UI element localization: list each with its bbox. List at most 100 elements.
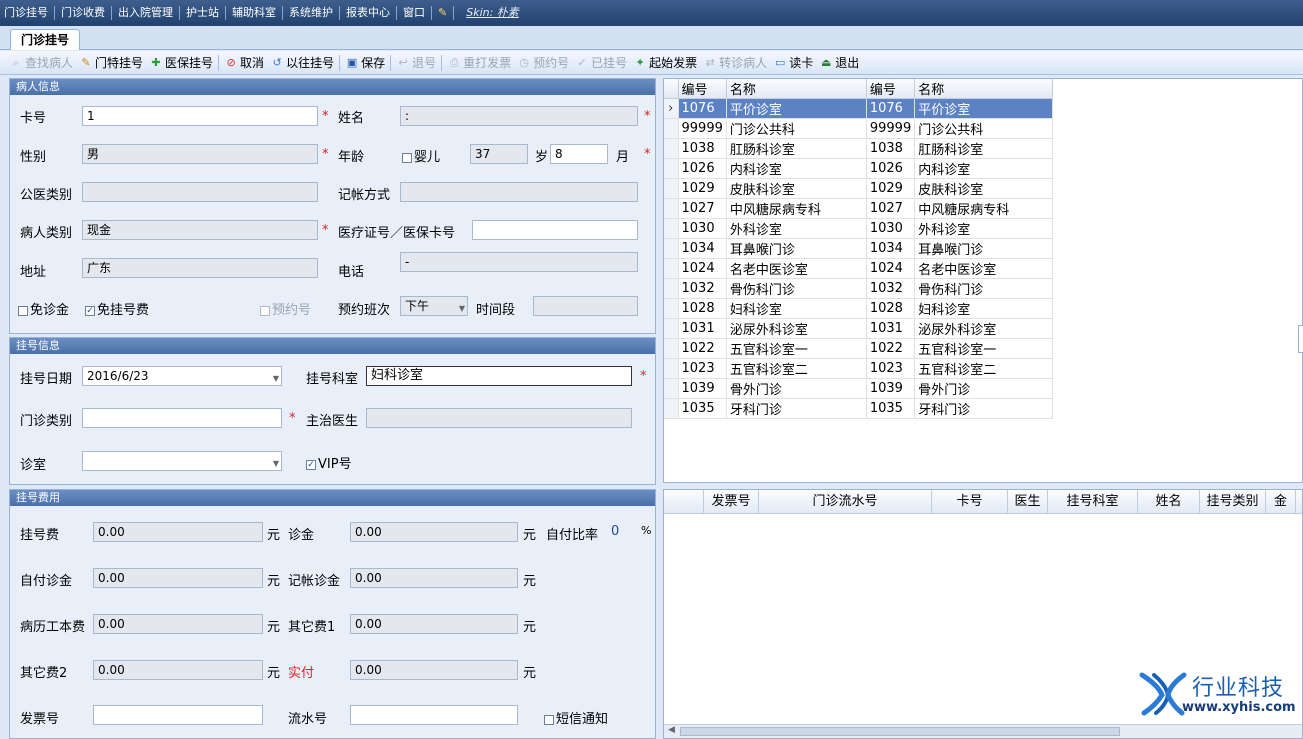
dept-input[interactable]: 妇科诊室 <box>366 366 632 386</box>
toolbar-button-11[interactable]: ⇄ 转诊病人 <box>700 52 770 74</box>
infant-checkbox[interactable]: 婴儿 <box>402 146 440 165</box>
period-input[interactable] <box>533 296 638 316</box>
table-row[interactable]: › 1076 平价诊室 1076 平价诊室 <box>664 98 1054 119</box>
col-header[interactable]: 挂号类别 <box>1200 490 1266 513</box>
table-cell[interactable]: 内科诊室 <box>726 158 867 179</box>
table-cell[interactable]: 1038 <box>866 138 916 159</box>
table-cell[interactable]: 骨伤科门诊 <box>914 278 1054 299</box>
table-cell[interactable]: 1032 <box>678 278 727 299</box>
col-header[interactable]: 发票号 <box>704 490 759 513</box>
table-cell[interactable]: 五官科诊室二 <box>726 358 867 379</box>
table-row[interactable]: 1023 五官科诊室二 1023 五官科诊室二 <box>664 358 1054 379</box>
row-pointer-icon[interactable]: › <box>664 98 679 119</box>
table-cell[interactable]: 中风糖尿病专科 <box>914 198 1054 219</box>
toolbar-button-3[interactable]: ⊘ 取消 <box>221 52 267 74</box>
invoice-input[interactable] <box>93 705 263 725</box>
col-header[interactable]: 名称 <box>726 79 867 99</box>
shift-select[interactable]: 下午 ▼ <box>400 296 468 316</box>
table-cell[interactable]: 肛肠科诊室 <box>726 138 867 159</box>
table-cell[interactable]: 1022 <box>866 338 916 359</box>
table-row[interactable]: 1024 名老中医诊室 1024 名老中医诊室 <box>664 258 1054 279</box>
table-cell[interactable]: 1035 <box>866 398 916 419</box>
reg-fee-input[interactable]: 0.00 <box>93 522 263 542</box>
card-input[interactable]: 1 <box>82 106 318 126</box>
other1-input[interactable]: 0.00 <box>350 614 518 634</box>
style-icon[interactable]: ✎ <box>434 0 451 26</box>
table-cell[interactable]: 名老中医诊室 <box>914 258 1054 279</box>
table-cell[interactable]: 1028 <box>866 298 916 319</box>
medcard-input[interactable] <box>472 220 638 240</box>
toolbar-button-8[interactable]: ◷ 预约号 <box>514 52 572 74</box>
self-consult-input[interactable]: 0.00 <box>93 568 263 588</box>
table-cell[interactable]: 五官科诊室二 <box>914 358 1054 379</box>
serial-input[interactable] <box>350 705 518 725</box>
table-cell[interactable]: 1030 <box>866 218 916 239</box>
vip-checkbox[interactable]: ✓ VIP号 <box>306 453 352 472</box>
table-cell[interactable]: 1026 <box>866 158 916 179</box>
table-cell[interactable]: 1034 <box>866 238 916 259</box>
table-cell[interactable]: 耳鼻喉门诊 <box>914 238 1054 259</box>
row-indicator[interactable] <box>664 378 679 399</box>
table-cell[interactable]: 平价诊室 <box>726 98 867 119</box>
table-cell[interactable]: 1026 <box>678 158 727 179</box>
col-header[interactable]: 编号 <box>678 79 727 99</box>
table-row[interactable]: 1039 骨外门诊 1039 骨外门诊 <box>664 378 1054 399</box>
table-cell[interactable]: 皮肤科诊室 <box>914 178 1054 199</box>
splitter-handle[interactable] <box>1298 325 1303 353</box>
table-cell[interactable]: 牙科门诊 <box>726 398 867 419</box>
row-indicator[interactable] <box>664 318 679 339</box>
toolbar-button-6[interactable]: ↩ 退号 <box>393 52 439 74</box>
sex-input[interactable]: 男 <box>82 144 318 164</box>
table-cell[interactable]: 1027 <box>678 198 727 219</box>
table-row[interactable]: 1030 外科诊室 1030 外科诊室 <box>664 218 1054 239</box>
toolbar-button-7[interactable]: ⎙ 重打发票 <box>444 52 514 74</box>
acct-consult-input[interactable]: 0.00 <box>350 568 518 588</box>
scroll-left-icon[interactable]: ◀ <box>668 725 675 735</box>
table-cell[interactable]: 1028 <box>678 298 727 319</box>
table-row[interactable]: 99999 门诊公共科 99999 门诊公共科 <box>664 118 1054 139</box>
toolbar-button-4[interactable]: ↺ 以往挂号 <box>267 52 337 74</box>
record-fee-input[interactable]: 0.00 <box>93 614 263 634</box>
free-reg-checkbox[interactable]: ✓ 免挂号费 <box>85 299 149 318</box>
row-indicator[interactable] <box>664 218 679 239</box>
col-header[interactable]: 金 <box>1266 490 1296 513</box>
row-indicator[interactable] <box>664 138 679 159</box>
toolbar-button-5[interactable]: ▣ 保存 <box>342 52 388 74</box>
table-cell[interactable]: 1030 <box>678 218 727 239</box>
table-row[interactable]: 1035 牙科门诊 1035 牙科门诊 <box>664 398 1054 419</box>
table-cell[interactable]: 1024 <box>866 258 916 279</box>
table-cell[interactable]: 皮肤科诊室 <box>726 178 867 199</box>
account-input[interactable] <box>400 182 638 202</box>
table-cell[interactable]: 1029 <box>678 178 727 199</box>
table-cell[interactable]: 1027 <box>866 198 916 219</box>
toolbar-button-9[interactable]: ✓ 已挂号 <box>572 52 630 74</box>
ptype-input[interactable]: 现金 <box>82 220 318 240</box>
table-cell[interactable]: 骨伤科门诊 <box>726 278 867 299</box>
row-indicator[interactable] <box>664 158 679 179</box>
row-indicator[interactable] <box>664 278 679 299</box>
toolbar-button-2[interactable]: ✚ 医保挂号 <box>146 52 216 74</box>
table-cell[interactable]: 1076 <box>866 98 916 119</box>
table-cell[interactable]: 1031 <box>678 318 727 339</box>
col-header[interactable]: 名称 <box>914 79 1054 99</box>
other2-input[interactable]: 0.00 <box>93 660 263 680</box>
table-row[interactable]: 1032 骨伤科门诊 1032 骨伤科门诊 <box>664 278 1054 299</box>
col-header[interactable]: 姓名 <box>1138 490 1200 513</box>
menu-item-system[interactable]: 系统维护 <box>285 0 337 26</box>
table-cell[interactable]: 1038 <box>678 138 727 159</box>
phone-input[interactable]: - <box>400 252 638 272</box>
table-cell[interactable]: 1035 <box>678 398 727 419</box>
table-cell[interactable]: 内科诊室 <box>914 158 1054 179</box>
table-row[interactable]: 1022 五官科诊室一 1022 五官科诊室一 <box>664 338 1054 359</box>
col-header[interactable]: 编号 <box>866 79 916 99</box>
table-cell[interactable]: 妇科诊室 <box>914 298 1054 319</box>
table-cell[interactable]: 中风糖尿病专科 <box>726 198 867 219</box>
free-consult-checkbox[interactable]: 免诊金 <box>18 299 69 318</box>
table-cell[interactable]: 1024 <box>678 258 727 279</box>
month-input[interactable]: 8 <box>550 144 608 164</box>
table-cell[interactable]: 1039 <box>866 378 916 399</box>
row-indicator[interactable] <box>664 298 679 319</box>
menu-item-registration[interactable]: 门诊挂号 <box>0 0 52 26</box>
table-cell[interactable]: 1023 <box>678 358 727 379</box>
table-cell[interactable]: 门诊公共科 <box>726 118 867 139</box>
